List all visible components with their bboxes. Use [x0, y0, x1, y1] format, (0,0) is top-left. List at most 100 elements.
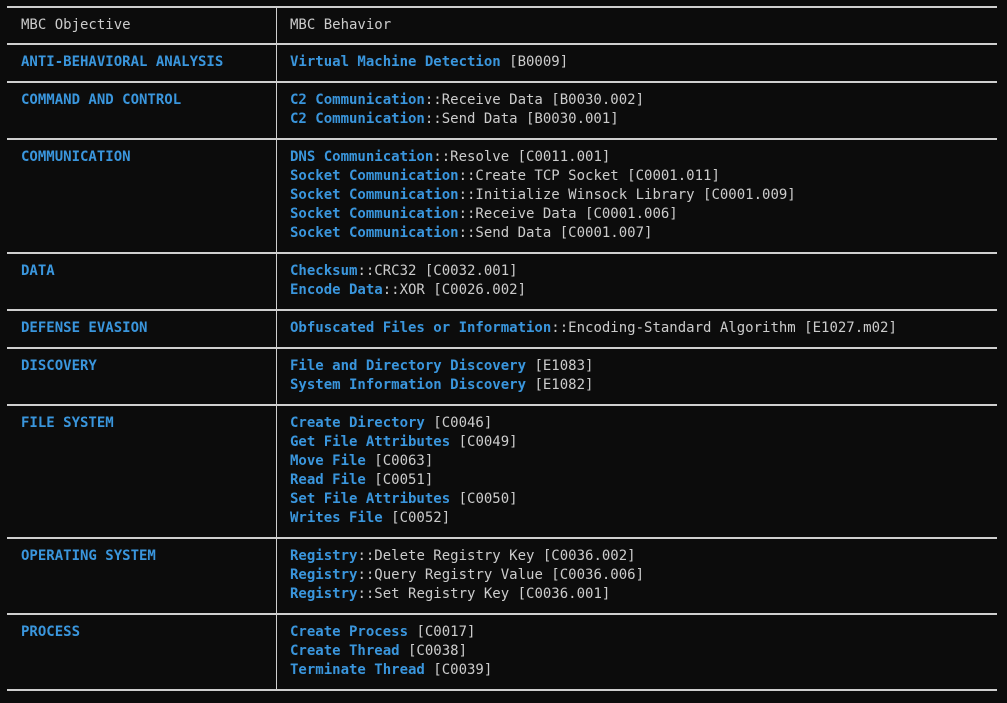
header-cell-objective: MBC Objective	[7, 8, 277, 43]
behavior-detail: [C0046]	[424, 415, 493, 431]
objective-cell: OPERATING SYSTEM	[7, 539, 277, 613]
behavior-item: File and Directory Discovery [E1083]	[290, 357, 997, 376]
behavior-item: Registry::Query Registry Value [C0036.00…	[290, 566, 997, 585]
objective-cell: COMMUNICATION	[7, 140, 277, 252]
behavior-name: C2 Communication	[290, 92, 425, 108]
table-header-row: MBC Objective MBC Behavior	[7, 8, 997, 43]
behavior-item: Socket Communication::Initialize Winsock…	[290, 186, 997, 205]
behavior-cell: Obfuscated Files or Information::Encodin…	[277, 311, 997, 347]
behavior-detail: [C0051]	[365, 472, 434, 488]
behavior-detail: ::Initialize Winsock Library [C0001.009]	[458, 187, 796, 203]
behavior-name: Move File	[290, 453, 366, 469]
behavior-item: Checksum::CRC32 [C0032.001]	[290, 262, 997, 281]
behavior-name: Registry	[290, 586, 358, 602]
table-row: COMMAND AND CONTROL C2 Communication::Rec…	[7, 81, 997, 138]
behavior-detail: ::Receive Data [B0030.002]	[424, 92, 645, 108]
header-behavior-label: MBC Behavior	[290, 17, 392, 33]
behavior-name: Writes File	[290, 510, 383, 526]
behavior-name: Socket Communication	[290, 206, 459, 222]
table-row: OPERATING SYSTEM Registry::Delete Registr…	[7, 537, 997, 613]
behavior-name: Socket Communication	[290, 168, 459, 184]
objective-cell: ANTI-BEHAVIORAL ANALYSIS	[7, 45, 277, 81]
behavior-name: Registry	[290, 548, 358, 564]
behavior-item: Writes File [C0052]	[290, 509, 997, 528]
behavior-detail: [C0038]	[399, 643, 468, 659]
objective-cell: FILE SYSTEM	[7, 406, 277, 537]
behavior-item: C2 Communication::Receive Data [B0030.00…	[290, 91, 997, 110]
objective-cell: DISCOVERY	[7, 349, 277, 404]
behavior-name: C2 Communication	[290, 111, 425, 127]
behavior-detail: ::Delete Registry Key [C0036.002]	[357, 548, 636, 564]
behavior-detail: [C0063]	[365, 453, 434, 469]
behavior-detail: [E1083]	[526, 358, 594, 374]
behavior-item: Obfuscated Files or Information::Encodin…	[290, 319, 997, 338]
objective-label: DISCOVERY	[21, 358, 97, 374]
behavior-item: C2 Communication::Send Data [B0030.001]	[290, 110, 997, 129]
behavior-detail: ::CRC32 [C0032.001]	[357, 263, 518, 279]
behavior-detail: [C0050]	[450, 491, 518, 507]
behavior-detail: ::Set Registry Key [C0036.001]	[357, 586, 611, 602]
behavior-item: Socket Communication::Receive Data [C000…	[290, 205, 997, 224]
behavior-item: DNS Communication::Resolve [C0011.001]	[290, 148, 997, 167]
behavior-item: Socket Communication::Create TCP Socket …	[290, 167, 997, 186]
behavior-name: Registry	[290, 567, 358, 583]
objective-label: DEFENSE EVASION	[21, 320, 148, 336]
behavior-cell: Create Process [C0017] Create Thread [C00…	[277, 615, 997, 689]
behavior-name: Get File Attributes	[290, 434, 451, 450]
table-row: DATA Checksum::CRC32 [C0032.001] Encode Da…	[7, 252, 997, 309]
behavior-name: File and Directory Discovery	[290, 358, 527, 374]
behavior-item: Set File Attributes [C0050]	[290, 490, 997, 509]
mbc-table: MBC Objective MBC Behavior ANTI-BEHAVIOR…	[7, 6, 997, 691]
behavior-detail: [C0017]	[408, 624, 476, 640]
behavior-detail: ::Send Data [C0001.007]	[458, 225, 653, 241]
behavior-detail: ::Encoding-Standard Algorithm [E1027.m02…	[551, 320, 897, 336]
table-row: DISCOVERY File and Directory Discovery [E…	[7, 347, 997, 404]
behavior-name: Obfuscated Files or Information	[290, 320, 552, 336]
objective-label: FILE SYSTEM	[21, 415, 114, 431]
behavior-item: Registry::Set Registry Key [C0036.001]	[290, 585, 997, 604]
behavior-detail: [B0009]	[500, 54, 569, 70]
table-row: DEFENSE EVASION Obfuscated Files or Infor…	[7, 309, 997, 347]
behavior-detail: ::Query Registry Value [C0036.006]	[357, 567, 645, 583]
objective-label: OPERATING SYSTEM	[21, 548, 156, 564]
behavior-item: Read File [C0051]	[290, 471, 997, 490]
objective-cell: DATA	[7, 254, 277, 309]
behavior-item: System Information Discovery [E1082]	[290, 376, 997, 395]
table-row: COMMUNICATION DNS Communication::Resolve …	[7, 138, 997, 252]
behavior-cell: C2 Communication::Receive Data [B0030.00…	[277, 83, 997, 138]
behavior-item: Create Thread [C0038]	[290, 642, 997, 661]
behavior-name: DNS Communication	[290, 149, 434, 165]
behavior-item: Virtual Machine Detection [B0009]	[290, 53, 997, 72]
behavior-cell: Virtual Machine Detection [B0009]	[277, 45, 997, 81]
behavior-detail: [C0039]	[424, 662, 493, 678]
behavior-name: System Information Discovery	[290, 377, 527, 393]
behavior-name: Set File Attributes	[290, 491, 451, 507]
objective-label: COMMUNICATION	[21, 149, 131, 165]
behavior-detail: ::Receive Data [C0001.006]	[458, 206, 678, 222]
behavior-name: Create Directory	[290, 415, 425, 431]
behavior-cell: File and Directory Discovery [E1083] Syst…	[277, 349, 997, 404]
header-objective-label: MBC Objective	[21, 17, 131, 33]
behavior-name: Checksum	[290, 263, 358, 279]
behavior-cell: Registry::Delete Registry Key [C0036.002…	[277, 539, 997, 613]
behavior-detail: [C0052]	[382, 510, 451, 526]
behavior-item: Terminate Thread [C0039]	[290, 661, 997, 680]
behavior-name: Create Thread	[290, 643, 400, 659]
behavior-detail: [E1082]	[526, 377, 594, 393]
objective-label: DATA	[21, 263, 55, 279]
behavior-name: Socket Communication	[290, 187, 459, 203]
objective-label: ANTI-BEHAVIORAL ANALYSIS	[21, 54, 224, 70]
table-body: ANTI-BEHAVIORAL ANALYSIS Virtual Machine …	[7, 43, 997, 689]
table-row: PROCESS Create Process [C0017] Create Thre…	[7, 613, 997, 689]
behavior-detail: ::Send Data [B0030.001]	[424, 111, 619, 127]
behavior-item: Encode Data::XOR [C0026.002]	[290, 281, 997, 300]
objective-cell: PROCESS	[7, 615, 277, 689]
objective-label: PROCESS	[21, 624, 81, 640]
behavior-name: Create Process	[290, 624, 409, 640]
table-row: ANTI-BEHAVIORAL ANALYSIS Virtual Machine …	[7, 43, 997, 81]
behavior-item: Move File [C0063]	[290, 452, 997, 471]
behavior-detail: ::Create TCP Socket [C0001.011]	[458, 168, 720, 184]
behavior-item: Socket Communication::Send Data [C0001.0…	[290, 224, 997, 243]
behavior-cell: Checksum::CRC32 [C0032.001] Encode Data::…	[277, 254, 997, 309]
behavior-detail: ::XOR [C0026.002]	[382, 282, 527, 298]
